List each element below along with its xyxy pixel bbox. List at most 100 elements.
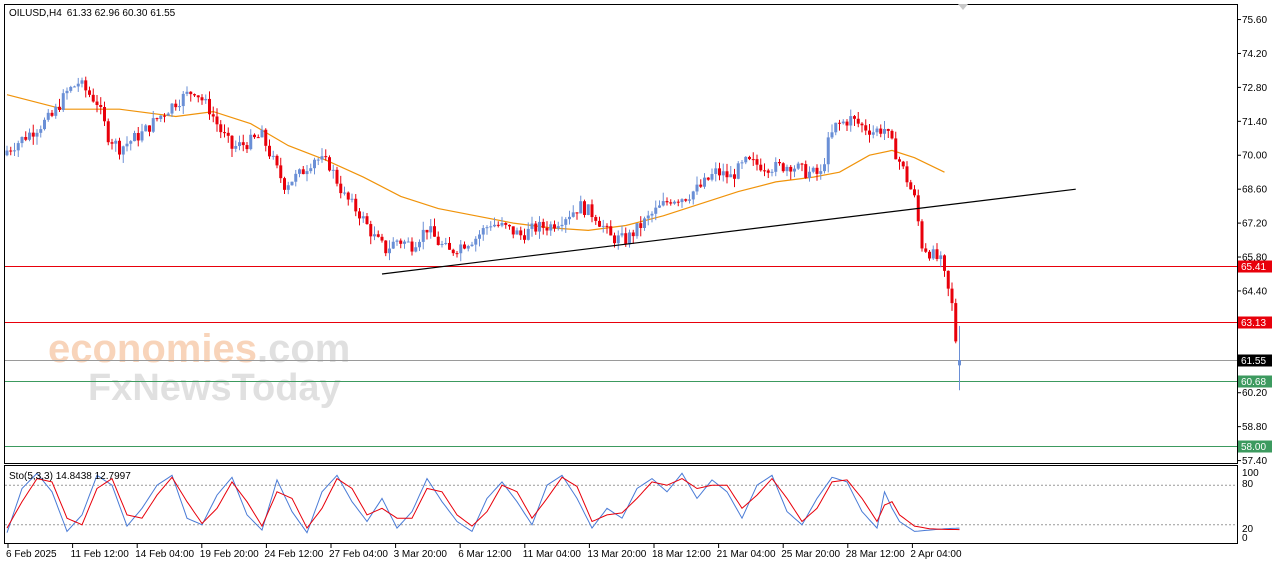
candle-body [46, 112, 50, 120]
candle-body [436, 236, 440, 246]
candle-body [901, 161, 905, 167]
price-tag-61.55: 61.55 [1241, 356, 1266, 367]
candle-body [875, 128, 879, 133]
candle-body [384, 240, 388, 254]
candle-body [605, 225, 609, 227]
candle-body [88, 90, 91, 95]
candle-body [106, 121, 110, 143]
candle-body [376, 234, 380, 237]
candle-body [673, 201, 676, 204]
candle-body [144, 125, 148, 132]
candle-body [601, 225, 605, 227]
x-tick-label: 11 Mar 04:00 [523, 549, 582, 560]
candle-body [256, 137, 260, 139]
candle-body [166, 113, 170, 116]
candle-body [669, 202, 673, 204]
candle-body [538, 221, 541, 232]
candle-body [819, 171, 823, 174]
watermark-economies: economies [48, 327, 257, 371]
x-tick-label: 14 Feb 04:00 [135, 549, 194, 560]
candle-body [230, 135, 234, 149]
y-tick-label: 75.60 [1242, 15, 1267, 26]
candle-body [380, 236, 384, 241]
candle-body [718, 168, 721, 176]
x-tick-label: 6 Feb 2025 [6, 549, 57, 560]
candle-body [943, 255, 946, 271]
candle-body [354, 198, 358, 212]
watermark-dotcom: .com [257, 327, 350, 371]
candle-body [136, 132, 140, 141]
candle-body [556, 226, 560, 229]
candle-body [553, 224, 556, 229]
candle-body [706, 177, 710, 180]
candle-body [208, 98, 211, 115]
candle-body [849, 116, 853, 126]
candle-body [286, 185, 290, 190]
candle-body [624, 233, 628, 245]
candle-body [631, 232, 635, 237]
candle-body [170, 103, 174, 114]
x-tick-label: 18 Mar 12:00 [652, 549, 711, 560]
candle-body [151, 118, 155, 132]
candle-body [838, 122, 841, 124]
candle-body [294, 173, 298, 182]
price-axis: 75.6074.2072.8071.4070.0068.6067.2065.80… [1237, 15, 1267, 467]
price-tag-60.68: 60.68 [1241, 377, 1266, 388]
candle-body [204, 98, 208, 101]
candle-body [268, 145, 271, 157]
candle-body [196, 95, 200, 98]
candle-body [238, 142, 241, 147]
candle-body [586, 204, 590, 215]
candle-body [500, 222, 504, 226]
candle-body [343, 192, 346, 194]
candle-body [133, 132, 136, 142]
candle-body [189, 91, 193, 95]
candle-body [800, 163, 804, 165]
candle-body [140, 131, 144, 141]
candle-body [13, 150, 16, 152]
candle-body [365, 216, 369, 225]
candle-body [406, 241, 410, 243]
candle-body [575, 212, 579, 214]
candle-body [590, 204, 594, 218]
candle-body [80, 80, 84, 84]
candle-body [39, 129, 43, 133]
candle-body [493, 224, 496, 227]
candle-body [909, 182, 913, 190]
candle-body [826, 137, 830, 165]
candle-body [91, 94, 95, 102]
candle-body [898, 159, 901, 162]
candle-body [279, 165, 283, 179]
candle-body [335, 169, 339, 184]
candle-body [808, 171, 811, 178]
candle-body [305, 171, 309, 175]
candle-body [639, 223, 643, 228]
candle-body [736, 163, 740, 179]
candle-body [905, 166, 909, 183]
candle-body [530, 223, 534, 229]
candle-body [931, 249, 935, 259]
candle-body [699, 184, 703, 187]
stoch-level-100: 100 [1242, 468, 1259, 479]
price-tag-65.41: 65.41 [1241, 262, 1266, 273]
candle-body [76, 83, 80, 87]
candle-body [796, 163, 800, 169]
candle-body [864, 125, 868, 131]
candle-body [755, 159, 759, 165]
candle-body [5, 150, 9, 156]
candle-body [789, 166, 793, 172]
candle-body [361, 216, 365, 219]
candle-body [658, 205, 661, 208]
candle-body [463, 244, 466, 249]
candle-body [223, 132, 226, 134]
candle-body [418, 241, 421, 248]
symbol-header: OILUSD,H4 61.33 62.96 60.30 61.55 [9, 8, 176, 19]
candle-body [560, 224, 564, 227]
candle-body [429, 226, 433, 233]
candle-body [680, 199, 684, 203]
candle-body [410, 241, 414, 252]
candle-body [725, 171, 729, 178]
candle-body [744, 156, 748, 163]
candle-body [290, 181, 294, 186]
x-tick-label: 13 Mar 20:00 [587, 549, 646, 560]
